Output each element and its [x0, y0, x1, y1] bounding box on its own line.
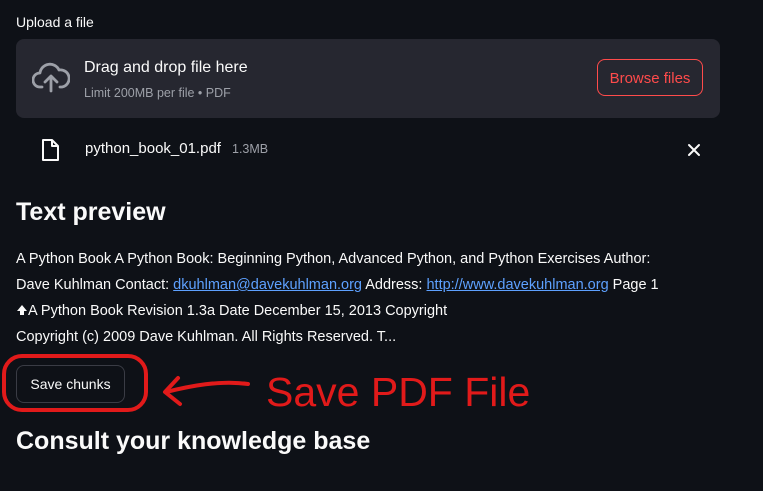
cloud-upload-icon	[32, 62, 70, 93]
preview-text-segment: Address:	[362, 277, 427, 293]
website-link[interactable]: http://www.davekuhlman.org	[426, 277, 608, 293]
save-chunks-button[interactable]: Save chunks	[16, 365, 125, 403]
preview-text-segment: Dave Kuhlman Contact:	[16, 277, 174, 293]
annotation-text: Save PDF File	[266, 369, 531, 415]
browse-files-button[interactable]: Browse files	[597, 59, 703, 96]
preview-line: Dave Kuhlman Contact: dkuhlman@davekuhlm…	[16, 272, 716, 298]
file-icon	[42, 139, 59, 161]
knowledge-base-title: Consult your knowledge base	[16, 427, 371, 455]
preview-text-segment: A Python Book Revision 1.3a Date Decembe…	[28, 303, 448, 319]
preview-line: Copyright (c) 2009 Dave Kuhlman. All Rig…	[16, 329, 397, 345]
file-dropzone[interactable]: Drag and drop file here Limit 200MB per …	[16, 39, 720, 118]
email-link[interactable]: dkuhlman@davekuhlman.org	[173, 277, 362, 293]
preview-line: A Python Book Revision 1.3a Date Decembe…	[16, 298, 716, 324]
file-limit-text: Limit 200MB per file • PDF	[84, 86, 231, 100]
close-icon[interactable]	[686, 142, 702, 158]
preview-text: A Python Book A Python Book: Beginning P…	[16, 246, 716, 350]
file-name: python_book_01.pdf	[85, 140, 221, 157]
preview-text-segment: Page 1	[608, 277, 659, 293]
file-size: 1.3MB	[232, 142, 269, 156]
uploaded-file-row: python_book_01.pdf 1.3MB	[16, 128, 720, 170]
annotation-arrow	[163, 376, 250, 406]
upload-label: Upload a file	[16, 14, 94, 30]
preview-title: Text preview	[16, 198, 166, 226]
up-arrow-icon	[17, 305, 27, 315]
preview-line: A Python Book A Python Book: Beginning P…	[16, 251, 651, 267]
drop-title: Drag and drop file here	[84, 59, 248, 76]
